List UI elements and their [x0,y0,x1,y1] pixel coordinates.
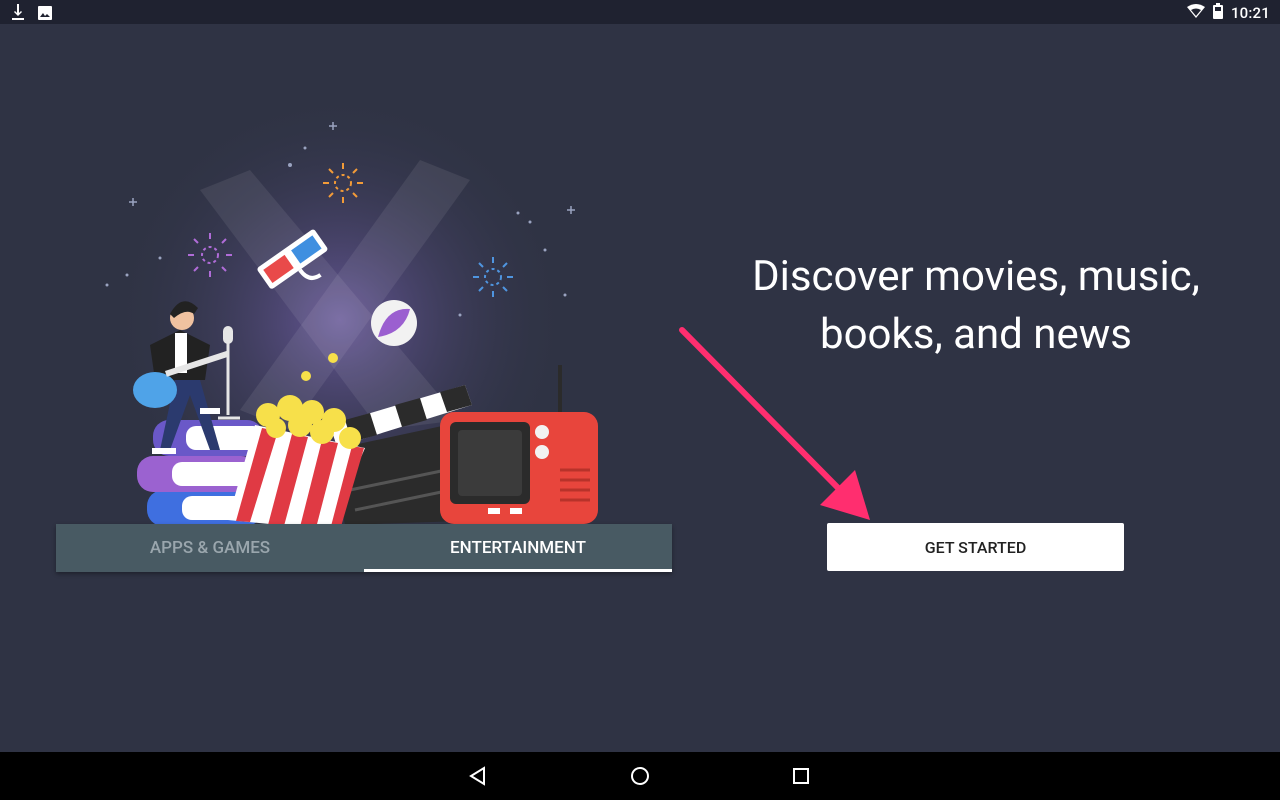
tab-entertainment[interactable]: ENTERTAINMENT [364,524,672,572]
status-bar: 10:21 [0,0,1280,24]
headline-line-1: Discover movies, music, [752,252,1200,301]
download-icon [12,4,24,24]
get-started-button[interactable]: GET STARTED [827,523,1124,571]
annotation-arrow [679,327,870,520]
tab-apps-games[interactable]: APPS & GAMES [56,524,364,572]
back-icon[interactable] [466,764,490,788]
entertainment-illustration [105,90,598,544]
navigation-bar [0,752,1280,800]
wifi-icon [1186,4,1205,22]
tab-apps-games-label: APPS & GAMES [149,538,271,558]
status-time: 10:21 [1230,4,1270,22]
recents-icon[interactable] [789,764,813,788]
home-icon[interactable] [628,764,652,788]
tab-bar: APPS & GAMES ENTERTAINMENT [56,524,672,572]
tab-entertainment-label: ENTERTAINMENT [450,538,586,558]
battery-icon [1212,3,1223,23]
image-icon [38,5,52,24]
